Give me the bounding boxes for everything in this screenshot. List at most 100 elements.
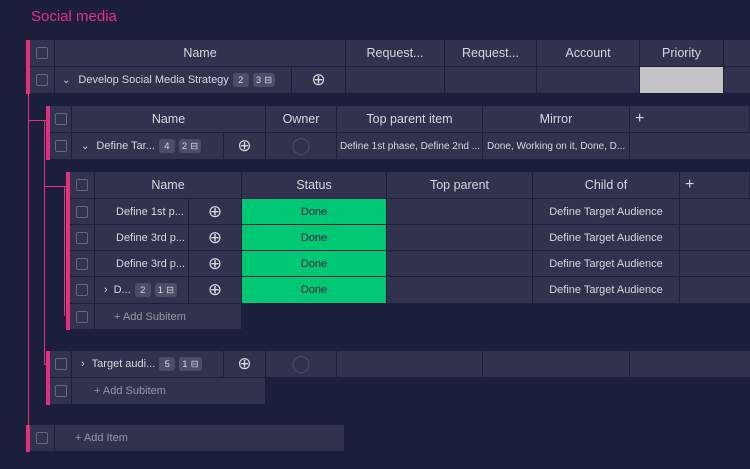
add-update-button[interactable]: ⊕ bbox=[224, 351, 266, 378]
status-cell[interactable]: Done bbox=[242, 199, 387, 225]
add-update-button[interactable]: ⊕ bbox=[189, 199, 242, 225]
subitem-checkbox[interactable] bbox=[50, 351, 72, 378]
mirror-cell[interactable]: Done, Working on it, Done, D... bbox=[483, 133, 630, 160]
tree-connector bbox=[64, 186, 65, 316]
subitem-name-cell[interactable]: ⌄ Define Tar... 4 2 ⊟ bbox=[72, 133, 224, 160]
mirror-cell[interactable] bbox=[483, 351, 630, 378]
child-of-cell[interactable]: Define Target Audience bbox=[533, 225, 680, 251]
child-of-cell[interactable]: Define Target Audience bbox=[533, 277, 680, 304]
add-subitem-button[interactable]: + Add Subitem bbox=[95, 304, 242, 330]
chevron-down-icon[interactable]: ⌄ bbox=[81, 141, 89, 152]
child-of-cell[interactable]: Define Target Audience bbox=[533, 251, 680, 277]
child-of-cell[interactable]: Define Target Audience bbox=[533, 199, 680, 225]
add-column-button[interactable]: + bbox=[630, 106, 750, 133]
item-name-cell[interactable]: ⌄ Develop Social Media Strategy 2 3 ⊟ bbox=[55, 67, 292, 94]
add-update-button[interactable]: ⊕ bbox=[189, 225, 242, 251]
subitem-name[interactable]: Define 3rd p... bbox=[95, 251, 189, 277]
subitem-checkbox[interactable] bbox=[70, 277, 95, 304]
subitem-checkbox[interactable] bbox=[50, 133, 72, 160]
subitem-name[interactable]: Define 1st p... bbox=[95, 199, 189, 225]
add-column-button[interactable]: + bbox=[680, 172, 750, 199]
tree-connector bbox=[28, 120, 46, 121]
row-filler bbox=[680, 251, 750, 277]
subitem-name-cell[interactable]: › Target audi... 5 1 ⊟ bbox=[72, 351, 224, 378]
column-header-account[interactable]: Account bbox=[537, 40, 640, 67]
subitem-checkbox[interactable] bbox=[70, 225, 95, 251]
subitems-count-badge[interactable]: 2 ⊟ bbox=[178, 139, 202, 153]
column-header-owner[interactable]: Owner bbox=[266, 106, 337, 133]
request-cell[interactable] bbox=[346, 67, 445, 94]
chevron-right-icon[interactable]: › bbox=[81, 358, 85, 370]
chevron-right-icon[interactable]: › bbox=[104, 284, 108, 296]
account-cell[interactable] bbox=[537, 67, 640, 94]
subitem-checkbox[interactable] bbox=[70, 251, 95, 277]
subitem-name-cell[interactable]: › D... 2 1 ⊟ bbox=[95, 277, 189, 304]
subitem-name[interactable]: Define 3rd p... bbox=[95, 225, 189, 251]
request-cell[interactable] bbox=[445, 67, 537, 94]
column-header-top-parent[interactable]: Top parent bbox=[387, 172, 533, 199]
subitems-count-badge[interactable]: 1 ⊟ bbox=[154, 283, 178, 297]
updates-count-badge[interactable]: 4 bbox=[158, 139, 175, 153]
chevron-down-icon[interactable]: ⌄ bbox=[62, 75, 70, 86]
chat-plus-icon: ⊕ bbox=[207, 280, 223, 299]
updates-count-badge[interactable]: 2 bbox=[134, 283, 151, 297]
row-filler bbox=[680, 225, 750, 251]
column-header-request-2[interactable]: Request... bbox=[445, 40, 537, 67]
row-filler bbox=[680, 199, 750, 225]
add-item-checkbox bbox=[30, 425, 55, 452]
row-filler bbox=[630, 351, 750, 378]
checkbox-icon bbox=[76, 310, 88, 323]
checkbox-icon bbox=[76, 257, 88, 270]
column-header-name[interactable]: Name bbox=[55, 40, 346, 67]
column-header-name[interactable]: Name bbox=[95, 172, 242, 199]
add-update-button[interactable]: ⊕ bbox=[224, 133, 266, 160]
status-cell[interactable]: Done bbox=[242, 251, 387, 277]
column-header-mirror[interactable]: Mirror bbox=[483, 106, 630, 133]
subitems-count-badge[interactable]: 1 ⊟ bbox=[179, 357, 202, 371]
column-header-request-1[interactable]: Request... bbox=[346, 40, 445, 67]
add-update-button[interactable]: ⊕ bbox=[189, 251, 242, 277]
chat-plus-icon: ⊕ bbox=[207, 227, 223, 247]
checkbox-icon bbox=[76, 179, 88, 191]
top-parent-cell[interactable] bbox=[387, 277, 533, 304]
column-header-child-of[interactable]: Child of bbox=[533, 172, 680, 199]
subitem-name[interactable]: Target audi... bbox=[92, 358, 156, 370]
chat-plus-icon: ⊕ bbox=[237, 354, 252, 373]
column-header-status[interactable]: Status bbox=[242, 172, 387, 199]
updates-count-badge[interactable]: 2 bbox=[232, 73, 249, 87]
status-cell[interactable]: Done bbox=[242, 277, 387, 304]
top-parent-cell[interactable] bbox=[387, 199, 533, 225]
add-subitem-button[interactable]: + Add Subitem bbox=[72, 378, 266, 405]
select-all-checkbox[interactable] bbox=[70, 172, 95, 199]
add-item-button[interactable]: + Add Item bbox=[55, 425, 345, 452]
top-parent-item-cell[interactable] bbox=[337, 351, 483, 378]
subitem-checkbox[interactable] bbox=[70, 199, 95, 225]
owner-cell[interactable]: ◯ bbox=[266, 351, 337, 378]
select-all-checkbox[interactable] bbox=[50, 106, 72, 133]
row-filler bbox=[680, 277, 750, 304]
updates-count-badge[interactable]: 5 bbox=[159, 357, 176, 371]
item-checkbox[interactable] bbox=[30, 67, 55, 94]
tree-connector bbox=[44, 120, 45, 365]
person-avatar-icon: ◯ bbox=[291, 136, 311, 155]
subitem-name[interactable]: D... bbox=[114, 284, 131, 296]
item-name[interactable]: Develop Social Media Strategy bbox=[78, 74, 228, 86]
column-header-top-parent-item[interactable]: Top parent item bbox=[337, 106, 483, 133]
subitems-count: 2 bbox=[181, 140, 188, 152]
top-parent-item-cell[interactable]: Define 1st phase, Define 2nd ... bbox=[337, 133, 483, 160]
subitem-name[interactable]: Define Tar... bbox=[96, 140, 155, 152]
page-title: Social media bbox=[31, 8, 117, 25]
column-header-name[interactable]: Name bbox=[72, 106, 266, 133]
chat-plus-icon: ⊕ bbox=[207, 201, 223, 221]
owner-cell[interactable]: ◯ bbox=[266, 133, 337, 160]
subitems-icon: ⊟ bbox=[166, 284, 175, 296]
top-parent-cell[interactable] bbox=[387, 251, 533, 277]
priority-cell[interactable] bbox=[640, 67, 724, 94]
subitems-count-badge[interactable]: 3 ⊟ bbox=[252, 73, 276, 87]
status-cell[interactable]: Done bbox=[242, 225, 387, 251]
add-update-button[interactable]: ⊕ bbox=[189, 277, 242, 304]
top-parent-cell[interactable] bbox=[387, 225, 533, 251]
add-update-button[interactable]: ⊕ bbox=[292, 67, 346, 94]
column-header-priority[interactable]: Priority bbox=[640, 40, 724, 67]
select-all-checkbox[interactable] bbox=[30, 40, 55, 67]
